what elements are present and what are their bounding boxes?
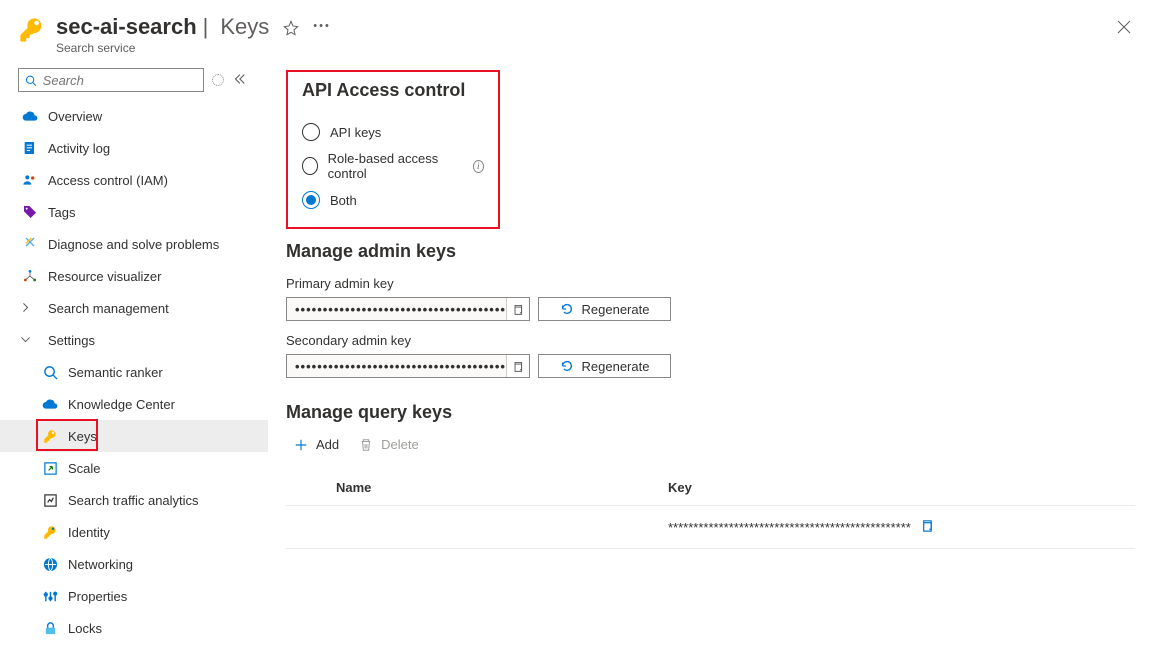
radio-icon [302,123,320,141]
column-key: Key [668,480,1135,495]
secondary-key-label: Secondary admin key [286,333,1135,348]
sidebar-search[interactable] [18,68,204,92]
cloud-fill-icon [42,396,58,412]
page-header: sec-ai-search | Keys Search service ••• [0,0,1155,60]
radio-icon [302,191,320,209]
search-icon [25,74,37,87]
identity-icon [42,524,58,540]
sidebar-item-diagnose[interactable]: Diagnose and solve problems [0,228,268,260]
header-title-block: sec-ai-search | Keys Search service [56,14,269,55]
sidebar-item-traffic-analytics[interactable]: Search traffic analytics [0,484,268,516]
sidebar-item-overview[interactable]: Overview [0,100,268,132]
sidebar-item-activity-log[interactable]: Activity log [0,132,268,164]
radio-api-keys[interactable]: API keys [302,115,484,149]
sidebar-item-search-management[interactable]: Search management [0,292,268,324]
plus-icon [294,438,308,452]
regenerate-secondary-button[interactable]: Regenerate [538,354,671,378]
sidebar-item-locks[interactable]: Locks [0,612,268,644]
sidebar-item-scale[interactable]: Scale [0,452,268,484]
regenerate-primary-button[interactable]: Regenerate [538,297,671,321]
header-actions: ••• [283,20,331,39]
refresh-icon [560,302,574,316]
sidebar-item-settings[interactable]: Settings [0,324,268,356]
table-row[interactable]: ****************************************… [286,506,1135,549]
column-name: Name [336,480,668,495]
sidebar-item-keys[interactable]: Keys [0,420,268,452]
chevron-down-icon [20,333,32,348]
log-icon [22,140,38,156]
search-input[interactable] [43,73,197,88]
info-icon[interactable]: i [473,160,484,173]
visualizer-icon [22,268,38,284]
focus-mode-icon[interactable] [212,74,224,86]
resource-type: Search service [56,41,269,55]
scale-icon [42,460,58,476]
people-icon [22,172,38,188]
query-keys-table: Name Key *******************************… [286,470,1135,549]
sidebar-item-semantic-ranker[interactable]: Semantic ranker [0,356,268,388]
favorite-icon[interactable] [283,20,299,39]
key-small-icon [42,428,58,444]
copy-icon[interactable] [506,298,528,320]
sidebar-item-identity[interactable]: Identity [0,516,268,548]
more-icon[interactable]: ••• [313,20,331,39]
properties-icon [42,588,58,604]
primary-key-label: Primary admin key [286,276,1135,291]
add-button[interactable]: Add [294,437,339,452]
secondary-key-input[interactable]: •••••••••••••••••••••••••••••••••••••••• [286,354,530,378]
radio-rbac[interactable]: Role-based access control i [302,149,484,183]
lock-icon [42,620,58,636]
key-icon [18,16,46,44]
sidebar-item-access-control[interactable]: Access control (IAM) [0,164,268,196]
cloud-icon [22,108,38,124]
main-content: API Access control API keys Role-based a… [268,60,1155,646]
chevron-right-icon [20,301,32,316]
manage-query-title: Manage query keys [286,402,1135,423]
api-access-title: API Access control [302,80,484,101]
refresh-icon [560,359,574,373]
sidebar-item-resource-visualizer[interactable]: Resource visualizer [0,260,268,292]
analytics-icon [42,492,58,508]
sidebar: Overview Activity log Access control (IA… [0,60,268,646]
collapse-sidebar-icon[interactable] [232,72,246,89]
sidebar-item-properties[interactable]: Properties [0,580,268,612]
copy-icon[interactable] [919,518,934,536]
api-access-control-box: API Access control API keys Role-based a… [286,70,500,229]
manage-admin-title: Manage admin keys [286,241,1135,262]
sidebar-item-tags[interactable]: Tags [0,196,268,228]
tag-icon [22,204,38,220]
networking-icon [42,556,58,572]
copy-icon[interactable] [506,355,528,377]
diagnose-icon [22,236,38,252]
page-name: Keys [220,14,269,40]
primary-key-input[interactable]: •••••••••••••••••••••••••••••••••••••••• [286,297,530,321]
delete-button[interactable]: Delete [359,437,419,452]
close-icon[interactable] [1117,18,1131,39]
sidebar-item-knowledge-center[interactable]: Knowledge Center [0,388,268,420]
radio-icon [302,157,318,175]
trash-icon [359,438,373,452]
sidebar-item-networking[interactable]: Networking [0,548,268,580]
resource-name: sec-ai-search [56,14,197,40]
search-config-icon [42,364,58,380]
radio-both[interactable]: Both [302,183,484,217]
